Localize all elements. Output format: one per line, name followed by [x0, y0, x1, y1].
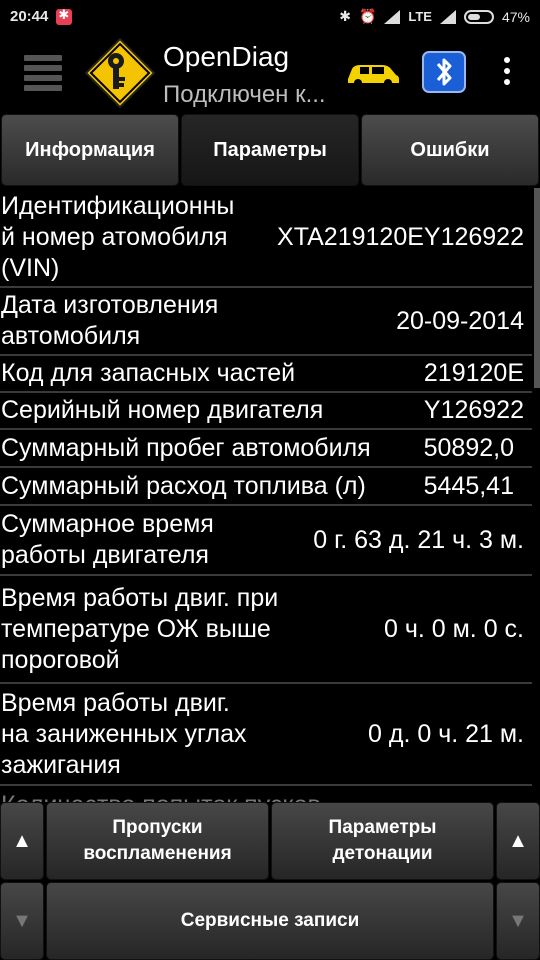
alarm-icon: ⏰ — [358, 8, 377, 24]
scrollbar[interactable] — [534, 188, 540, 388]
list-item-label: Количество попыток пусков — [0, 790, 321, 803]
scroll-up-button-right[interactable]: ▲ — [496, 802, 540, 880]
signal-icon-2 — [439, 9, 456, 24]
list-item-value: 50892,0 — [423, 433, 514, 462]
list-item-value: 5445,41 — [423, 471, 514, 500]
list-item-vin: Идентификационны й номер атомобиля (VIN)… — [0, 188, 532, 288]
list-item-mileage: Суммарный пробег автомобиля 50892,0 — [0, 430, 532, 468]
bottom-panel: ▲ Пропуски воспламенения Параметры детон… — [0, 802, 540, 960]
list-item-parts-code: Код для запасных частей 219120E — [0, 356, 532, 393]
list-item-value: Y126922 — [423, 396, 524, 424]
detonation-button[interactable]: Параметры детонации — [271, 802, 494, 880]
notification-icon — [56, 7, 73, 25]
list-item-label: Суммарный пробег автомобиля — [1, 433, 371, 462]
app-title: OpenDiag — [163, 41, 290, 72]
tab-parameters[interactable]: Параметры — [181, 114, 359, 186]
list-item-engine-serial: Серийный номер двигателя Y126922 — [0, 393, 532, 430]
list-item-fuel-consumption: Суммарный расход топлива (л) 5445,41 — [0, 468, 532, 506]
list-item-value: XTA219120EY126922 — [277, 222, 524, 251]
list-item-value: 20-09-2014 — [396, 306, 524, 335]
misfire-button[interactable]: Пропуски воспламенения — [46, 802, 269, 880]
list-item-label: Время работы двиг. при температуре ОЖ вы… — [1, 583, 279, 674]
tab-bar: Информация Параметры Ошибки — [0, 114, 540, 186]
network-type: LTE — [408, 9, 432, 24]
list-item-label: Идентификационны й номер атомобиля (VIN) — [1, 191, 235, 282]
menu-icon[interactable] — [24, 55, 62, 91]
list-item-start-attempts: Количество попыток пусков — [0, 786, 532, 803]
action-bar: OpenDiag Подключен к... — [0, 33, 540, 113]
list-item-engine-time-low-ignition: Время работы двиг. на заниженных углах з… — [0, 684, 532, 786]
list-item-label: Время работы двиг. на заниженных углах з… — [1, 688, 247, 779]
battery-percent: 47% — [501, 8, 530, 25]
tab-info[interactable]: Информация — [1, 114, 179, 186]
list-item-label: Серийный номер двигателя — [1, 396, 324, 424]
list-item-value: 219120E — [423, 359, 524, 387]
list-item-value: 0 г. 63 д. 21 ч. 3 м. — [313, 525, 524, 554]
parameter-list[interactable]: Идентификационны й номер атомобиля (VIN)… — [0, 188, 532, 802]
battery-icon — [463, 9, 494, 24]
scroll-down-button-left[interactable]: ▼ — [0, 882, 44, 960]
service-records-button[interactable]: Сервисные записи — [46, 882, 494, 960]
status-icons: ✱ ⏰ LTE 47% — [339, 0, 530, 33]
more-options-icon[interactable] — [500, 57, 514, 89]
bluetooth-icon[interactable] — [422, 51, 466, 93]
list-item-label: Дата изготовления автомобиля — [1, 291, 219, 350]
list-item-engine-time: Суммарное время работы двигателя 0 г. 63… — [0, 506, 532, 576]
connection-status: Подключен к... — [163, 81, 326, 108]
list-item-value: 0 ч. 0 м. 0 с. — [384, 614, 524, 643]
list-item-manufacture-date: Дата изготовления автомобиля 20-09-2014 — [0, 288, 532, 356]
status-time: 20:44 — [10, 8, 49, 25]
list-item-value: 0 д. 0 ч. 21 м. — [368, 719, 524, 748]
bluetooth-status-icon: ✱ — [339, 8, 351, 24]
tab-errors[interactable]: Ошибки — [361, 114, 539, 186]
list-item-label: Код для запасных частей — [1, 359, 296, 387]
list-item-label: Суммарный расход топлива (л) — [1, 471, 366, 500]
list-item-engine-time-high-temp: Время работы двиг. при температуре ОЖ вы… — [0, 576, 532, 684]
signal-icon — [384, 9, 401, 24]
status-bar: 20:44 ✱ ⏰ LTE 47% — [0, 0, 540, 33]
scroll-down-button-right[interactable]: ▼ — [496, 882, 540, 960]
app-logo-icon — [84, 37, 156, 109]
list-item-label: Суммарное время работы двигателя — [1, 510, 214, 569]
scroll-up-button-left[interactable]: ▲ — [0, 802, 44, 880]
car-icon[interactable] — [344, 57, 400, 89]
